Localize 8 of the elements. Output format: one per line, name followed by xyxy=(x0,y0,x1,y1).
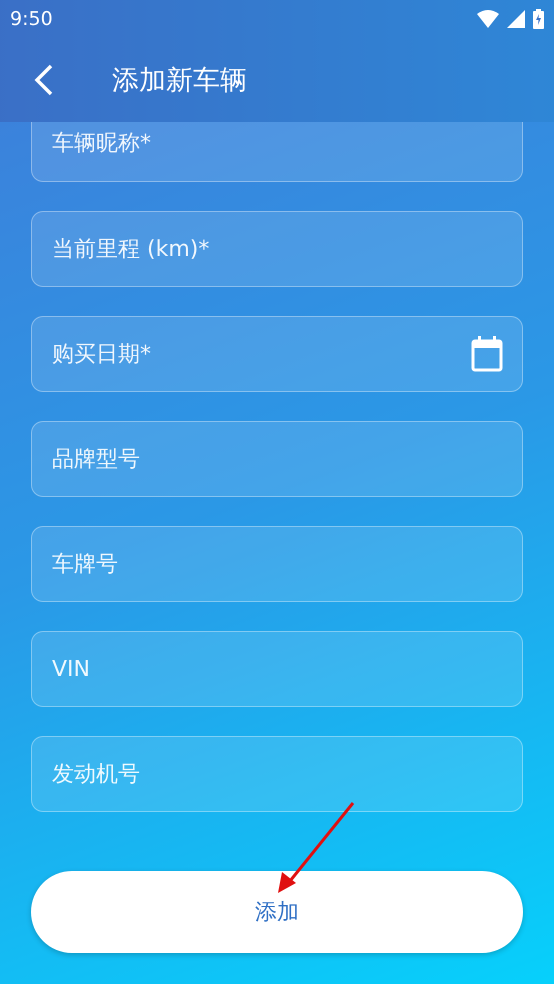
battery-icon xyxy=(533,9,544,29)
add-button[interactable]: 添加 xyxy=(31,871,523,953)
signal-icon xyxy=(507,10,525,28)
back-icon[interactable] xyxy=(34,64,54,96)
wifi-icon xyxy=(477,10,499,28)
page-title: 添加新车辆 xyxy=(112,64,247,98)
status-time: 9:50 xyxy=(10,8,53,30)
calendar-icon[interactable] xyxy=(471,336,503,372)
